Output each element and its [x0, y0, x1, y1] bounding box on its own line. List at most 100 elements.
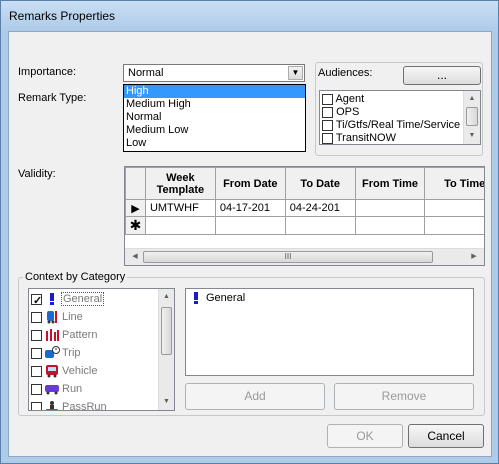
validity-label: Validity: — [18, 168, 56, 180]
add-button[interactable]: Add — [185, 383, 325, 410]
dialog-window: Remarks Properties Importance: Normal ▼ … — [0, 0, 499, 464]
pattern-icon — [44, 328, 60, 342]
title-bar[interactable]: Remarks Properties — [1, 1, 498, 31]
column-header-to-date[interactable]: To Date — [284, 167, 356, 200]
category-label-pattern: Pattern — [62, 329, 98, 342]
scroll-left-icon[interactable]: ◀ — [127, 249, 143, 265]
context-label: Context by Category — [23, 271, 128, 283]
importance-option-normal[interactable]: Normal — [124, 111, 305, 124]
audience-item-gtfs[interactable]: Ti/Gtfs/Real Time/Service — [322, 119, 462, 132]
category-list: ✓ General Line Pattern Trip Vehicle Run … — [28, 288, 175, 411]
chevron-down-icon[interactable]: ▼ — [288, 66, 303, 80]
audience-label-gtfs: Ti/Gtfs/Real Time/Service — [335, 119, 461, 131]
window-title: Remarks Properties — [9, 9, 116, 23]
table-row-new[interactable]: ✱ — [125, 216, 484, 235]
audience-label-agent: Agent — [335, 93, 365, 105]
category-checkbox-general[interactable]: ✓ — [31, 293, 42, 307]
scroll-right-icon[interactable]: ▶ — [466, 249, 482, 265]
run-icon — [44, 382, 60, 396]
importance-option-medium-high[interactable]: Medium High — [124, 98, 305, 111]
remove-button[interactable]: Remove — [334, 383, 474, 410]
category-item-line[interactable]: Line — [29, 308, 157, 326]
category-label-trip: Trip — [62, 347, 81, 360]
trip-icon — [44, 346, 60, 360]
audience-checkbox-gtfs[interactable] — [322, 119, 333, 131]
column-header-from-time[interactable]: From Time — [354, 167, 426, 200]
validity-scroll-thumb[interactable]: III — [143, 251, 433, 263]
scroll-down-icon[interactable]: ▼ — [159, 394, 174, 410]
exclamation-icon — [188, 291, 204, 305]
cell-new-to-date[interactable] — [284, 216, 356, 235]
category-checkbox-passrun[interactable] — [31, 401, 42, 410]
category-label-run: Run — [62, 383, 83, 396]
cell-new-from-date[interactable] — [214, 216, 286, 235]
category-item-vehicle[interactable]: Vehicle — [29, 362, 157, 380]
validity-table: Week Template From Date To Date From Tim… — [125, 167, 484, 235]
cell-from-time[interactable] — [354, 199, 426, 217]
category-label-line: Line — [62, 311, 83, 324]
importance-value: Normal — [128, 67, 164, 79]
importance-option-low[interactable]: Low — [124, 137, 305, 150]
scroll-down-icon[interactable]: ▼ — [464, 128, 480, 144]
dialog-client-area: Importance: Normal ▼ High Medium High No… — [8, 31, 492, 457]
audience-checkbox-transitnow[interactable] — [322, 132, 333, 144]
cell-to-date[interactable]: 04-24-201 — [284, 199, 356, 217]
audiences-scrollbar[interactable]: ▲ ▼ — [463, 91, 480, 144]
category-label-vehicle: Vehicle — [62, 365, 98, 378]
audiences-browse-button[interactable]: ... — [403, 66, 481, 85]
category-item-run[interactable]: Run — [29, 380, 157, 398]
selected-context-label: General — [206, 292, 246, 304]
scroll-up-icon[interactable]: ▲ — [159, 289, 174, 305]
importance-option-medium-low[interactable]: Medium Low — [124, 124, 305, 137]
category-checkbox-run[interactable] — [31, 383, 42, 395]
current-row-icon: ▶ — [125, 199, 146, 217]
ok-button[interactable]: OK — [327, 424, 403, 448]
category-label-passrun: PassRun — [62, 401, 107, 411]
importance-option-high[interactable]: High — [124, 85, 305, 98]
column-header-week-template[interactable]: Week Template — [144, 167, 216, 200]
category-item-general[interactable]: ✓ General — [29, 290, 157, 308]
audiences-group: Audiences: ... Agent OPS Ti/Gtfs/Real Ti… — [315, 62, 483, 156]
audiences-list: Agent OPS Ti/Gtfs/Real Time/Service Tran… — [319, 90, 481, 145]
validity-hscrollbar[interactable]: ◀ III ▶ — [125, 248, 484, 265]
category-item-passrun[interactable]: PassRun — [29, 398, 157, 411]
vehicle-icon — [44, 364, 60, 378]
new-row-icon: ✱ — [125, 216, 146, 235]
category-item-pattern[interactable]: Pattern — [29, 326, 157, 344]
remark-type-label: Remark Type: — [18, 92, 87, 104]
grid-corner-cell — [125, 167, 146, 200]
category-item-trip[interactable]: Trip — [29, 344, 157, 362]
passrun-icon — [44, 400, 60, 410]
category-checkbox-trip[interactable] — [31, 347, 42, 359]
cell-new-from-time[interactable] — [354, 216, 426, 235]
cell-from-date[interactable]: 04-17-201 — [214, 199, 286, 217]
context-group: Context by Category ✓ General Line Patter… — [18, 271, 485, 416]
table-row[interactable]: ▶ UMTWHF 04-17-201 04-24-201 — [125, 199, 484, 217]
audience-checkbox-agent[interactable] — [322, 93, 333, 105]
validity-grid: Week Template From Date To Date From Tim… — [124, 166, 485, 266]
audience-item-ops[interactable]: OPS — [322, 106, 462, 119]
category-checkbox-pattern[interactable] — [31, 329, 42, 341]
cell-week-template[interactable]: UMTWHF — [144, 199, 216, 217]
audience-checkbox-ops[interactable] — [322, 106, 333, 118]
audience-label-transitnow: TransitNOW — [335, 132, 396, 144]
column-header-from-date[interactable]: From Date — [214, 167, 286, 200]
scroll-up-icon[interactable]: ▲ — [464, 91, 480, 107]
category-scrollbar[interactable]: ▲ ▼ — [158, 289, 174, 410]
cell-to-time[interactable] — [424, 199, 484, 217]
audiences-label: Audiences: — [318, 67, 373, 79]
selected-context-item[interactable]: General — [186, 289, 473, 307]
importance-options-list[interactable]: High Medium High Normal Medium Low Low — [123, 84, 306, 152]
cell-new-week-template[interactable] — [144, 216, 216, 235]
cell-new-to-time[interactable] — [424, 216, 484, 235]
line-icon — [44, 310, 60, 324]
importance-dropdown[interactable]: Normal ▼ — [123, 64, 305, 82]
category-checkbox-line[interactable] — [31, 311, 42, 323]
audiences-scroll-thumb[interactable] — [466, 107, 478, 126]
category-checkbox-vehicle[interactable] — [31, 365, 42, 377]
category-scroll-thumb[interactable] — [161, 307, 172, 355]
cancel-button[interactable]: Cancel — [408, 424, 484, 448]
audience-item-agent[interactable]: Agent — [322, 93, 462, 106]
column-header-to-time[interactable]: To Time — [424, 167, 484, 200]
audience-item-transitnow[interactable]: TransitNOW — [322, 132, 462, 144]
